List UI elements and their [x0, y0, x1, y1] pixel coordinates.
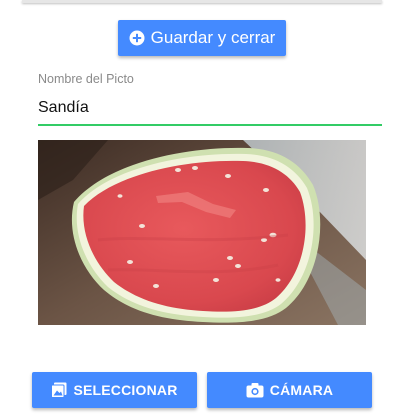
picto-image: [38, 140, 366, 325]
picto-name-input[interactable]: [38, 96, 382, 126]
camera-icon: [246, 382, 264, 398]
select-image-label: SELECCIONAR: [73, 382, 178, 398]
picto-name-label: Nombre del Picto: [38, 72, 134, 86]
camera-label: CÁMARA: [269, 382, 334, 398]
plus-circle-icon: [129, 30, 145, 46]
save-and-close-label: Guardar y cerrar: [150, 28, 276, 47]
image-gallery-icon: [51, 382, 67, 398]
top-divider: [22, 0, 382, 3]
select-image-button[interactable]: SELECCIONAR: [32, 372, 197, 408]
camera-button[interactable]: CÁMARA: [207, 372, 372, 408]
save-and-close-button[interactable]: Guardar y cerrar: [118, 20, 286, 56]
